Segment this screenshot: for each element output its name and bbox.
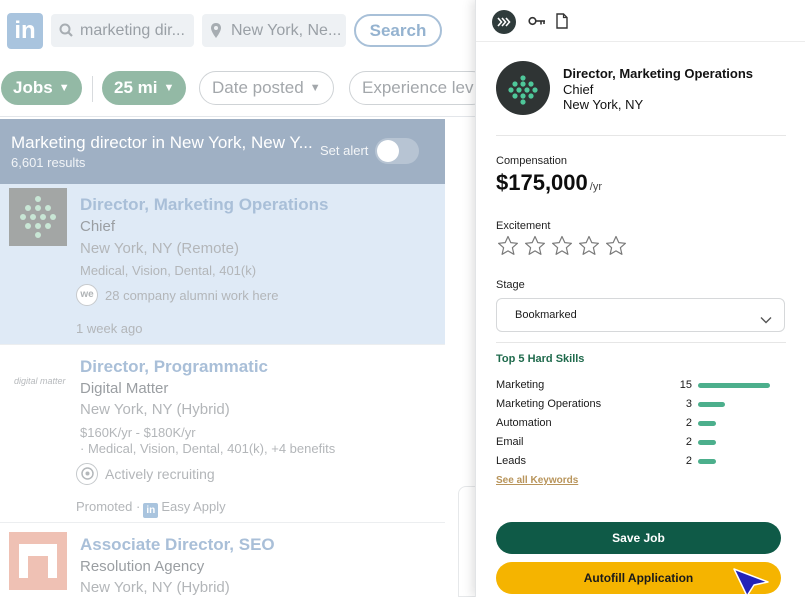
job-insight: Actively recruiting xyxy=(105,466,215,482)
results-title: Marketing director in New York, New Y... xyxy=(11,133,313,152)
skill-name: Marketing xyxy=(496,379,545,391)
job-company: Resolution Agency xyxy=(80,558,205,575)
linkedin-mini-icon: in xyxy=(143,503,159,518)
job-salary: $160K/yr - $180K/yr xyxy=(80,425,196,440)
job-benefits: · Medical, Vision, Dental, 401(k), +4 be… xyxy=(80,441,336,456)
star-icon[interactable] xyxy=(604,234,628,258)
filter-date-posted[interactable]: Date posted ▼ xyxy=(199,71,334,105)
job-benefits: Medical, Vision, Dental, 401(k) xyxy=(80,263,257,278)
stage-select[interactable]: Bookmarked xyxy=(496,298,785,332)
job-company: Chief xyxy=(563,82,594,97)
skill-name: Leads xyxy=(496,455,526,467)
alumni-company-icon: we xyxy=(76,284,98,306)
results-header: Marketing director in New York, New Y...… xyxy=(0,119,445,184)
divider xyxy=(92,76,93,102)
job-card[interactable]: Director, Marketing Operations Chief New… xyxy=(0,184,445,345)
double-chevron-right-icon xyxy=(497,17,511,27)
skill-bar xyxy=(698,421,716,426)
skill-row: Automation 2 xyxy=(496,417,796,433)
company-logo xyxy=(496,61,550,115)
star-icon[interactable] xyxy=(577,234,601,258)
skill-count: 15 xyxy=(679,379,692,391)
save-job-button[interactable]: Save Job xyxy=(496,522,781,554)
search-icon xyxy=(59,14,73,59)
star-icon[interactable] xyxy=(550,234,574,258)
job-title[interactable]: Associate Director, SEO xyxy=(80,535,275,555)
company-logo-digital-matter: digital matter xyxy=(14,376,66,386)
job-title[interactable]: Director, Marketing Operations xyxy=(80,195,328,215)
job-footer: Promoted · in Easy Apply xyxy=(76,499,226,518)
skill-row: Email 2 xyxy=(496,436,796,452)
stage-value: Bookmarked xyxy=(515,309,577,321)
skill-bar xyxy=(698,440,716,445)
job-tracker-panel: Director, Marketing Operations Chief New… xyxy=(475,0,805,597)
skill-name: Email xyxy=(496,436,524,448)
actively-recruiting-icon xyxy=(76,463,98,485)
job-location: New York, NY (Hybrid) xyxy=(80,579,230,596)
company-logo-resolution-agency xyxy=(9,532,67,590)
linkedin-logo[interactable]: in xyxy=(7,13,43,49)
skill-name: Marketing Operations xyxy=(496,398,602,410)
job-card[interactable]: Associate Director, SEO Resolution Agenc… xyxy=(0,524,445,597)
filter-experience-level[interactable]: Experience lev xyxy=(349,71,489,105)
set-alert-label: Set alert xyxy=(320,143,369,158)
compensation-value[interactable]: $175,000/yr xyxy=(496,170,602,196)
skill-bar xyxy=(698,459,716,464)
collapse-panel-button[interactable] xyxy=(492,10,516,34)
skill-row: Marketing Operations 3 xyxy=(496,398,796,414)
chevron-down-icon xyxy=(760,311,772,329)
skill-count: 3 xyxy=(685,398,692,410)
keyword-search-input[interactable]: marketing dir... xyxy=(51,14,194,47)
caret-down-icon: ▼ xyxy=(58,82,70,94)
job-insight: 28 company alumni work here xyxy=(105,288,279,303)
location-pin-icon xyxy=(210,14,222,59)
star-icon[interactable] xyxy=(496,234,520,258)
job-company: Chief xyxy=(80,218,116,235)
search-button[interactable]: Search xyxy=(354,14,442,47)
skills-title: Top 5 Hard Skills xyxy=(496,353,585,365)
stage-label: Stage xyxy=(496,279,525,291)
mouse-cursor-icon xyxy=(733,568,769,597)
filter-jobs[interactable]: Jobs ▼ xyxy=(1,71,82,105)
skill-bar xyxy=(698,383,770,388)
star-icon[interactable] xyxy=(523,234,547,258)
caret-down-icon: ▼ xyxy=(163,82,175,94)
job-company: Digital Matter xyxy=(80,380,169,397)
skill-count: 2 xyxy=(685,436,692,448)
document-icon[interactable] xyxy=(556,13,568,34)
location-search-input[interactable]: New York, Ne... xyxy=(202,14,346,47)
excitement-rating xyxy=(496,234,631,260)
compensation-label: Compensation xyxy=(496,155,567,167)
divider xyxy=(496,342,786,343)
skill-row: Marketing 15 xyxy=(496,379,796,395)
job-location: New York, NY (Remote) xyxy=(80,240,239,257)
skill-bar xyxy=(698,402,725,407)
results-count: 6,601 results xyxy=(11,155,86,170)
toggle-knob xyxy=(377,140,399,162)
divider xyxy=(496,135,786,136)
panel-toolbar xyxy=(476,0,805,42)
see-all-keywords-link[interactable]: See all Keywords xyxy=(496,475,578,486)
job-title: Director, Marketing Operations xyxy=(563,66,753,81)
filter-distance[interactable]: 25 mi ▼ xyxy=(102,71,187,105)
excitement-label: Excitement xyxy=(496,220,551,232)
caret-down-icon: ▼ xyxy=(309,82,321,94)
job-card[interactable]: digital matter Director, Programmatic Di… xyxy=(0,346,445,523)
set-alert-toggle[interactable] xyxy=(375,138,419,164)
skill-count: 2 xyxy=(685,417,692,429)
skill-row: Leads 2 xyxy=(496,455,796,471)
job-location: New York, NY (Hybrid) xyxy=(80,401,230,418)
job-title[interactable]: Director, Programmatic xyxy=(80,357,268,377)
skill-name: Automation xyxy=(496,417,552,429)
job-location: New York, NY xyxy=(563,97,644,112)
key-icon[interactable] xyxy=(528,14,546,33)
skill-count: 2 xyxy=(685,455,692,467)
company-logo-chief xyxy=(9,186,67,246)
job-posted-time: 1 week ago xyxy=(76,321,143,336)
